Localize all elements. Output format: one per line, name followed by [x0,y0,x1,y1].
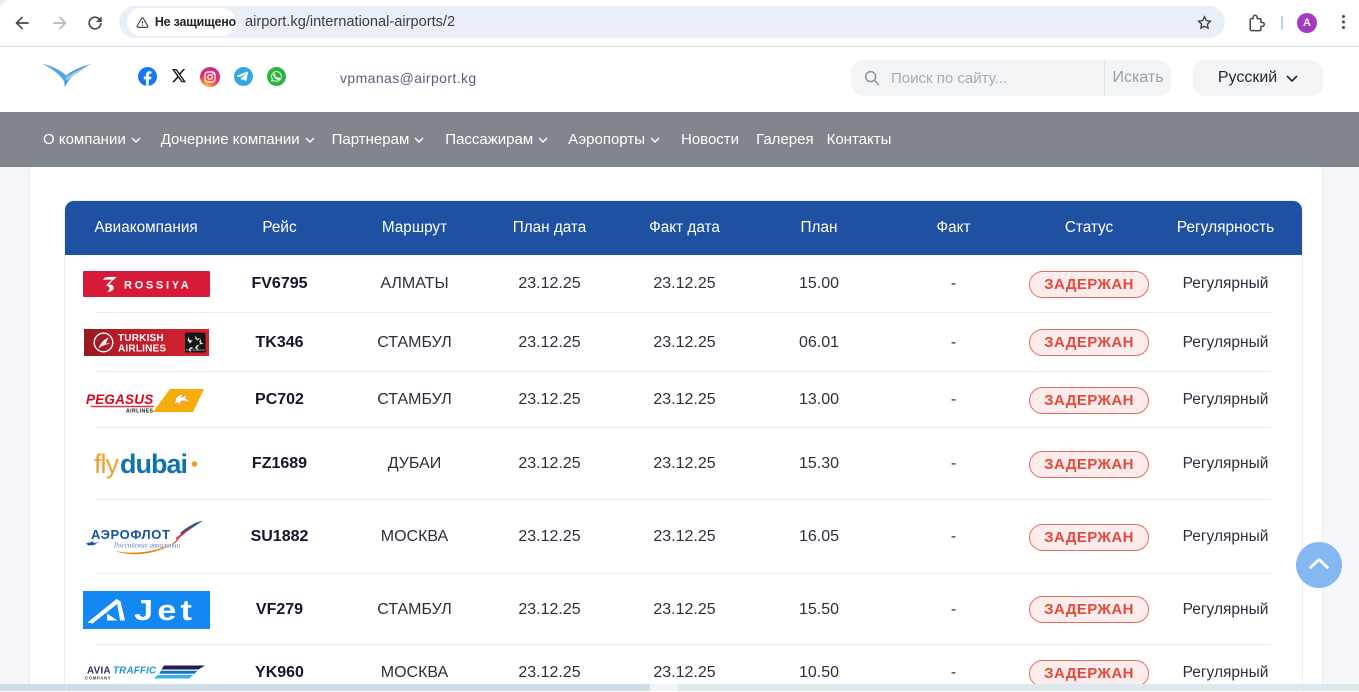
svg-text:Jet: Jet [134,594,196,626]
svg-text:PEGASUS: PEGASUS [86,392,153,407]
svg-text:fly: fly [94,449,120,479]
svg-text:TURKISH: TURKISH [118,333,164,344]
svg-text:dubai: dubai [120,449,187,479]
svg-text:STAR ALLIANCE: STAR ALLIANCE [186,349,205,352]
svg-text:COMPANY: COMPANY [85,675,111,680]
svg-text:ROSSIYA: ROSSIYA [124,279,191,291]
svg-text:АЭРОФЛОТ: АЭРОФЛОТ [91,527,171,542]
svg-text:AIRLINES: AIRLINES [118,344,166,355]
svg-text:TRAFFIC: TRAFFIC [113,666,157,677]
svg-text:AIRLINES: AIRLINES [126,408,154,414]
svg-text:Российские авиалинии: Российские авиалинии [113,542,181,550]
